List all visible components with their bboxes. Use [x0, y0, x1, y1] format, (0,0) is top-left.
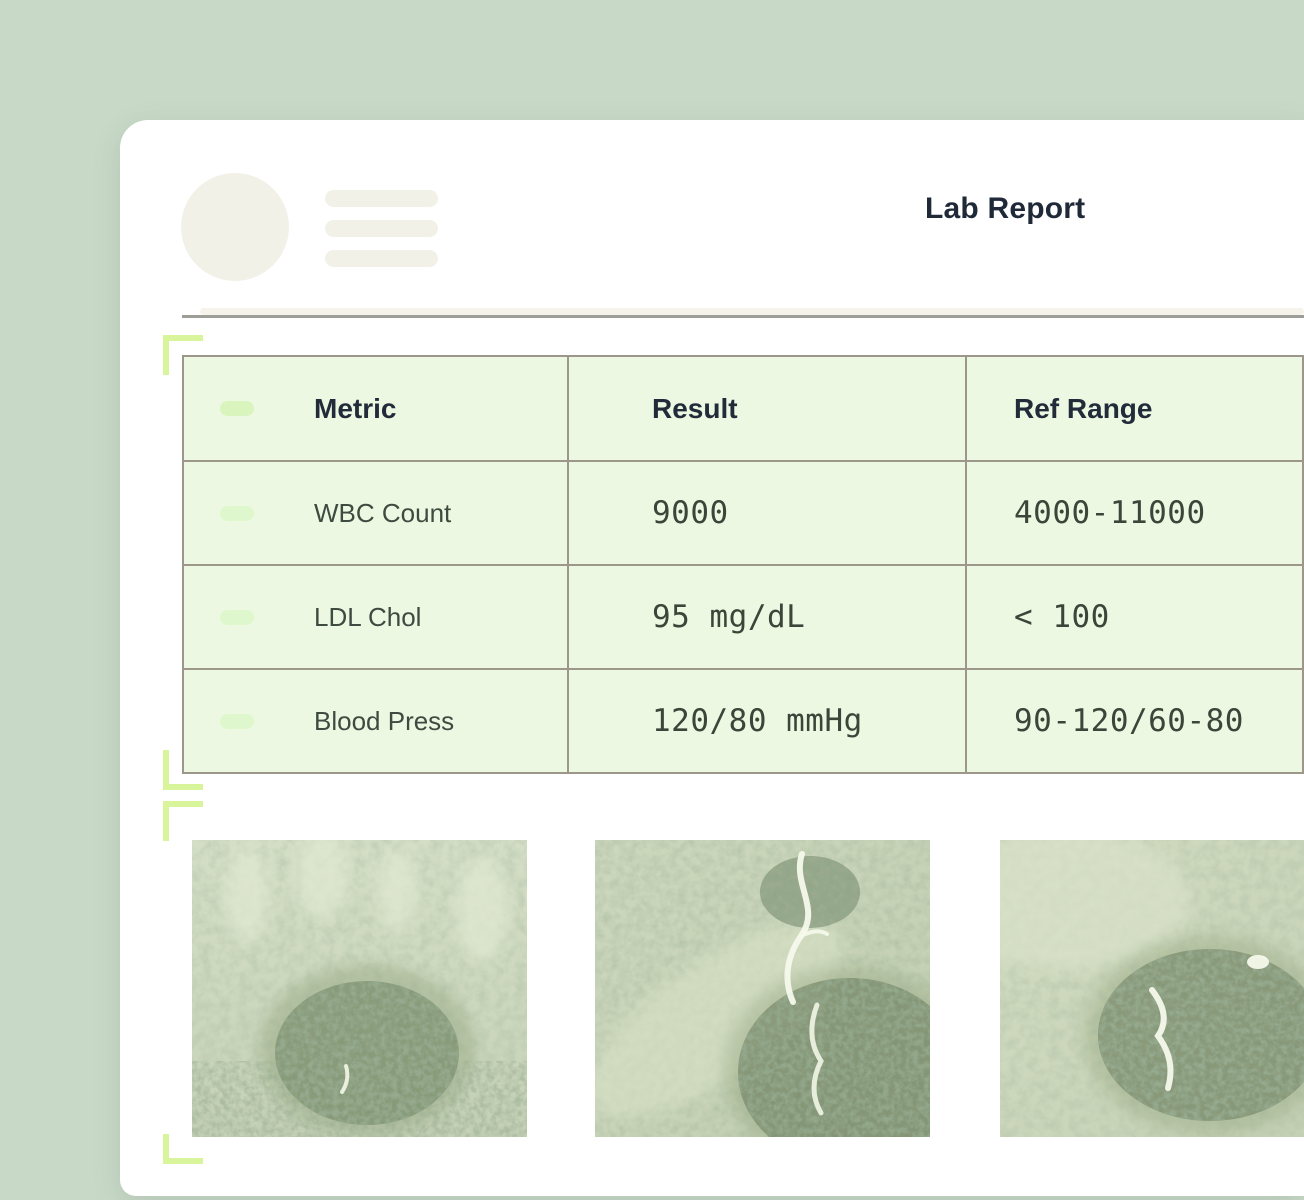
histology-image: [1000, 840, 1304, 1137]
row-marker-icon: [220, 610, 254, 625]
result-value: 120/80 mmHg: [568, 669, 966, 773]
row-marker-icon: [220, 506, 254, 521]
table-row: LDL Chol 95 mg/dL < 100: [183, 565, 1303, 669]
corner-bracket-images-bottom-icon: [163, 1134, 203, 1164]
placeholder-line: [325, 220, 438, 237]
column-header-ref-range: Ref Range: [966, 356, 1303, 461]
column-header-metric-cell: Metric: [183, 356, 568, 461]
metric-cell: WBC Count: [183, 461, 568, 565]
metric-label: Blood Press: [314, 706, 454, 737]
column-header-result: Result: [568, 356, 966, 461]
text-lines-icon: [325, 190, 438, 280]
result-value: 9000: [568, 461, 966, 565]
row-marker-icon: [220, 401, 254, 416]
header-divider-highlight: [200, 308, 1304, 315]
metric-label: WBC Count: [314, 498, 451, 529]
page-title: Lab Report: [925, 192, 1085, 226]
ref-range-value: 4000-11000: [966, 461, 1303, 565]
avatar-placeholder-icon: [181, 173, 289, 281]
corner-bracket-images-top-icon: [163, 801, 203, 841]
metric-cell: LDL Chol: [183, 565, 568, 669]
table-row: Blood Press 120/80 mmHg 90-120/60-80: [183, 669, 1303, 773]
lab-results-table: Metric Result Ref Range WBC Count 9000 4…: [182, 355, 1304, 774]
placeholder-line: [325, 250, 438, 267]
table-header-row: Metric Result Ref Range: [183, 356, 1303, 461]
histology-image: [192, 840, 527, 1137]
metric-cell: Blood Press: [183, 669, 568, 773]
histology-scan-1[interactable]: [192, 840, 527, 1137]
column-header-metric: Metric: [314, 393, 396, 425]
histology-image: [595, 840, 930, 1137]
placeholder-line: [325, 190, 438, 207]
header-divider: [182, 315, 1304, 318]
ref-range-value: 90-120/60-80: [966, 669, 1303, 773]
histology-scan-2[interactable]: [595, 840, 930, 1137]
result-value: 95 mg/dL: [568, 565, 966, 669]
histology-scan-3[interactable]: [1000, 840, 1304, 1137]
table-row: WBC Count 9000 4000-11000: [183, 461, 1303, 565]
metric-label: LDL Chol: [314, 602, 421, 633]
report-card: Lab Report Metric Result Ref Range: [120, 120, 1304, 1196]
row-marker-icon: [220, 714, 254, 729]
ref-range-value: < 100: [966, 565, 1303, 669]
